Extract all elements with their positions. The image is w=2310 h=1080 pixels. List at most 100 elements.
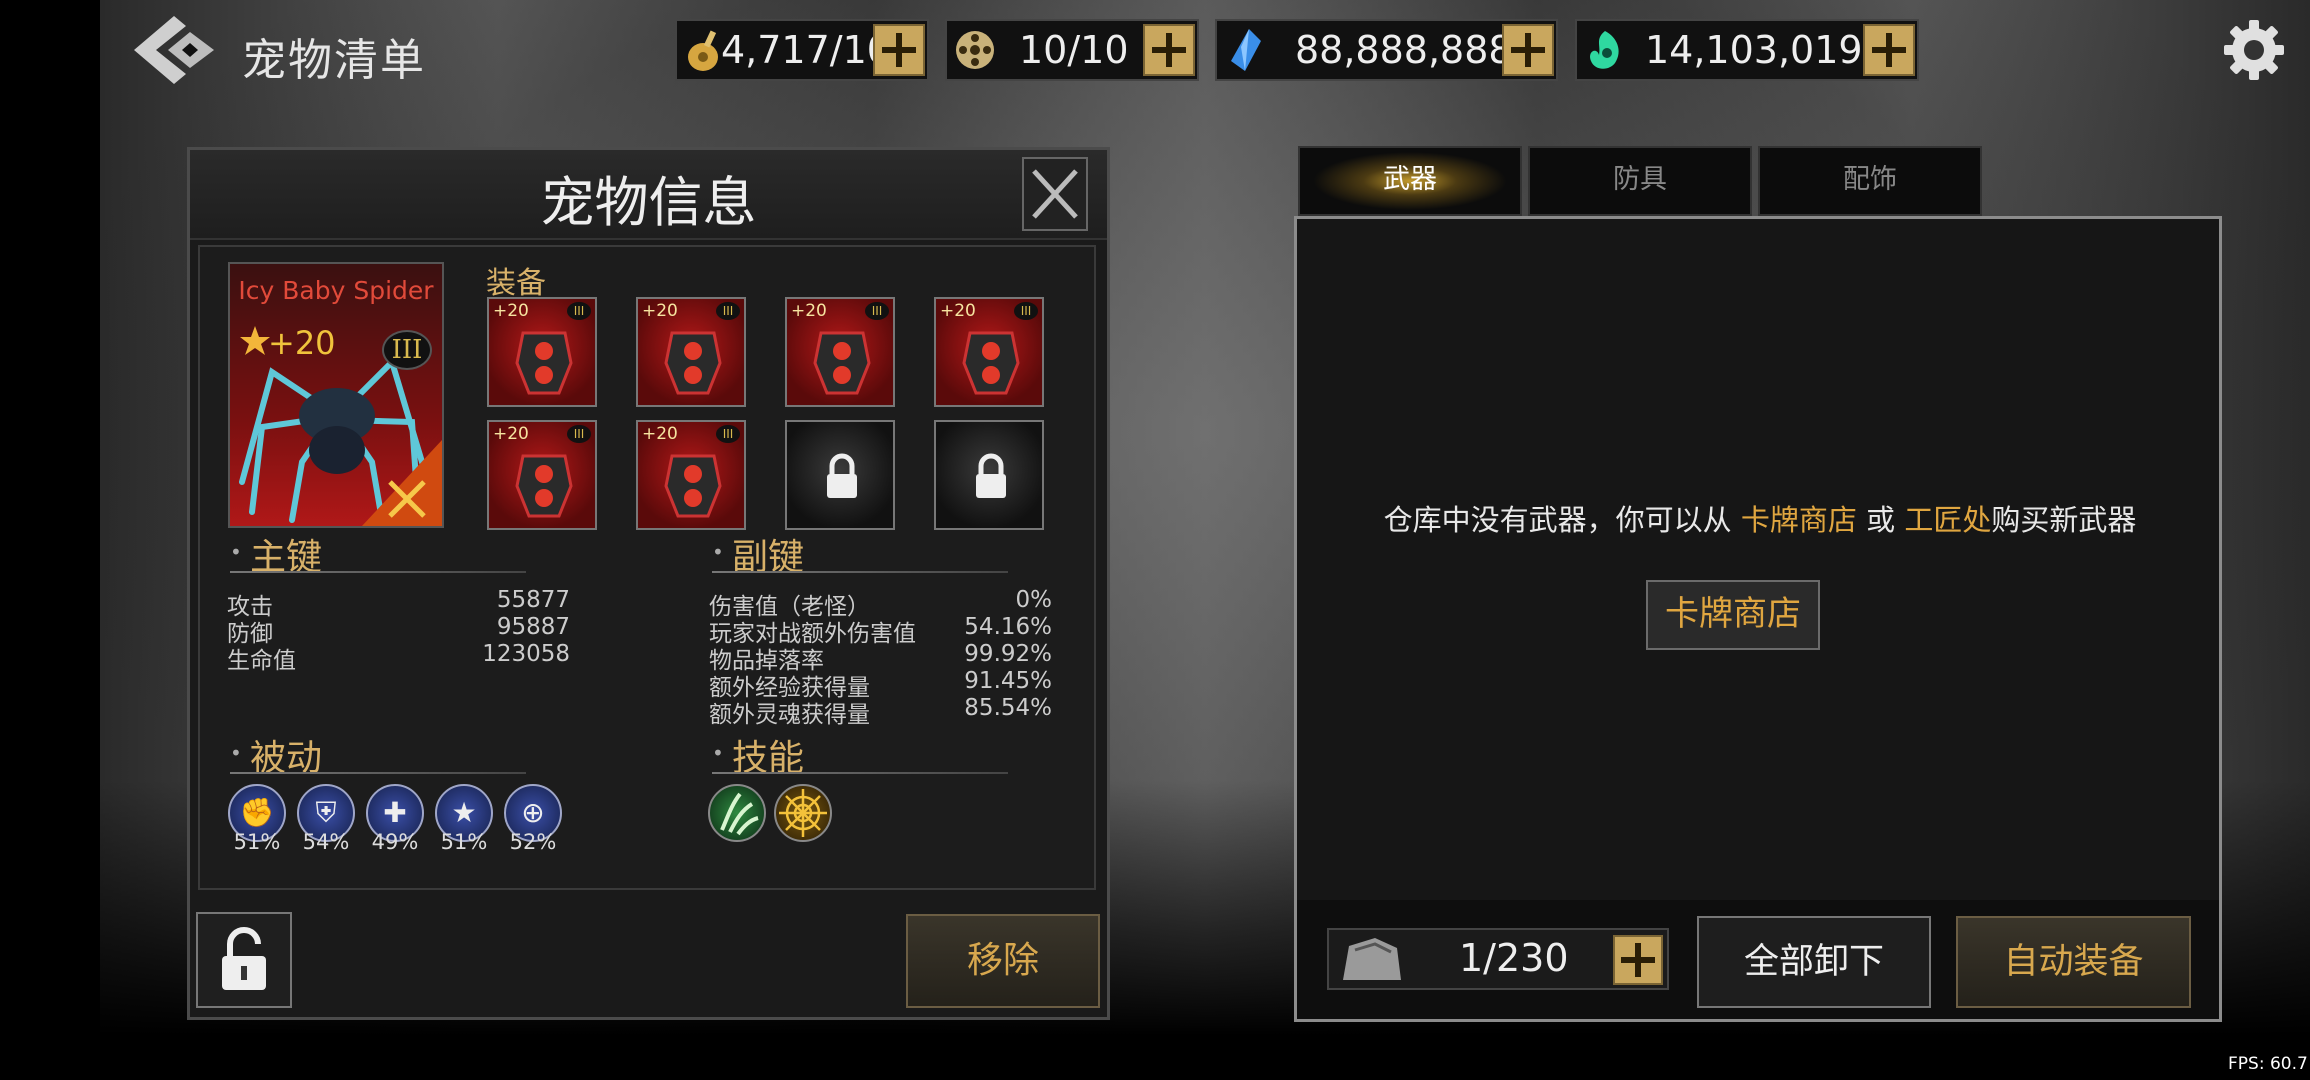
- equipment-slot[interactable]: +20 III: [636, 297, 746, 407]
- bag-count: 1/230: [1459, 936, 1569, 980]
- equipment-slot[interactable]: +20 III: [785, 297, 895, 407]
- gold-value: 4,717/10: [721, 28, 891, 72]
- star-icon: [238, 324, 272, 358]
- unequip-all-button[interactable]: 全部卸下: [1697, 916, 1931, 1008]
- expand-bag-button[interactable]: [1613, 935, 1663, 985]
- close-button[interactable]: [1022, 157, 1088, 231]
- fps-counter: FPS: 60.7: [2228, 1054, 2308, 1074]
- slot-level: +20: [791, 301, 827, 321]
- empty-text: 购买新武器: [1991, 503, 2137, 537]
- helmet-icon: [658, 323, 728, 399]
- slot-level: +20: [642, 301, 678, 321]
- resource-film: 10/10: [945, 19, 1199, 81]
- slot-grade: III: [567, 425, 591, 443]
- boots-icon: [658, 446, 728, 522]
- empty-inventory-message: 仓库中没有武器，你可以从 卡牌商店 或 工匠处购买新武器: [1360, 505, 2160, 535]
- equipment-slot[interactable]: +20 III: [487, 297, 597, 407]
- crossed-swords-icon: [362, 440, 442, 526]
- page-title: 宠物清单: [242, 35, 426, 86]
- add-crystal-button[interactable]: [1502, 24, 1554, 76]
- sword-icon: [509, 323, 579, 399]
- slot-level: +20: [493, 301, 529, 321]
- back-arrow-icon[interactable]: [130, 12, 220, 88]
- divider: [230, 772, 526, 774]
- pet-info-title: 宠物信息: [540, 171, 757, 234]
- passive-percent: 54%: [302, 830, 350, 854]
- slot-grade: III: [567, 302, 591, 320]
- sub-stat-value: 54.16%: [964, 614, 1052, 640]
- locked-slot[interactable]: [934, 420, 1044, 530]
- settings-gear-icon[interactable]: [2222, 18, 2286, 82]
- lock-icon: [971, 452, 1011, 500]
- pet-name: Icy Baby Spider: [238, 276, 434, 305]
- bag-capacity: 1/230: [1327, 928, 1669, 990]
- auto-equip-button[interactable]: 自动装备: [1956, 916, 2191, 1008]
- card-shop-button[interactable]: 卡牌商店: [1646, 580, 1820, 650]
- slot-grade: III: [865, 302, 889, 320]
- sub-stat-label: 额外灵魂获得量: [709, 702, 870, 728]
- close-icon: [1032, 169, 1078, 219]
- card-shop-link[interactable]: 卡牌商店: [1741, 503, 1857, 537]
- slot-level: +20: [642, 424, 678, 444]
- equipment-slot[interactable]: +20 III: [487, 420, 597, 530]
- craftsman-link[interactable]: 工匠处: [1904, 503, 1991, 537]
- soul-value: 14,103,019: [1645, 28, 1863, 72]
- green-soul-icon: [1583, 27, 1627, 73]
- passive-percent: 52%: [509, 830, 557, 854]
- section-dot-icon: •: [712, 540, 724, 564]
- divider: [712, 571, 1008, 573]
- tab-weapons[interactable]: 武器: [1298, 146, 1522, 216]
- divider: [712, 772, 1008, 774]
- slot-grade: III: [716, 425, 740, 443]
- film-value: 10/10: [1019, 28, 1129, 72]
- add-film-button[interactable]: [1143, 24, 1195, 76]
- slot-level: +20: [493, 424, 529, 444]
- empty-text: 仓库中没有武器，你可以从: [1383, 503, 1741, 537]
- bag-icon: [1335, 934, 1407, 986]
- passive-percent: 51%: [233, 830, 281, 854]
- sub-stat-value: 99.92%: [964, 641, 1052, 667]
- add-gold-button[interactable]: [873, 24, 925, 76]
- main-stat-value: 123058: [482, 641, 570, 667]
- blue-crystal-icon: [1223, 27, 1267, 73]
- unlock-icon: [222, 927, 266, 990]
- slot-grade: III: [1014, 302, 1038, 320]
- passive-percent: 51%: [440, 830, 488, 854]
- resource-soul: 14,103,019: [1575, 19, 1919, 81]
- lock-toggle-button[interactable]: [196, 912, 292, 1008]
- pet-grade: III: [382, 330, 432, 370]
- equipment-label: 装备: [486, 266, 546, 301]
- equipment-slot[interactable]: +20 III: [934, 297, 1044, 407]
- equipment-slot[interactable]: +20 III: [636, 420, 746, 530]
- resource-gold: 4,717/10: [675, 19, 929, 81]
- skill-claw-icon[interactable]: [708, 784, 766, 842]
- armor-icon: [807, 323, 877, 399]
- lock-icon: [822, 452, 862, 500]
- main-stat-label: 生命值: [227, 648, 296, 674]
- tab-armor[interactable]: 防具: [1528, 146, 1752, 216]
- sub-stat-value: 85.54%: [964, 695, 1052, 721]
- resource-crystal: 88,888,888: [1215, 19, 1558, 81]
- sub-stat-value: 91.45%: [964, 668, 1052, 694]
- section-dot-icon: •: [230, 741, 242, 765]
- crystal-value: 88,888,888: [1295, 28, 1513, 72]
- main-stat-value: 55877: [496, 587, 570, 613]
- greaves-icon: [956, 323, 1026, 399]
- slot-grade: III: [716, 302, 740, 320]
- sub-stat-value: 0%: [1015, 587, 1053, 613]
- pet-level: +20: [268, 324, 336, 362]
- film-reel-icon: [953, 27, 997, 73]
- passive-percent: 49%: [371, 830, 419, 854]
- gloves-icon: [509, 446, 579, 522]
- slot-level: +20: [940, 301, 976, 321]
- section-dot-icon: •: [712, 741, 724, 765]
- section-dot-icon: •: [230, 540, 242, 564]
- tab-accessories[interactable]: 配饰: [1758, 146, 1982, 216]
- skill-web-icon[interactable]: [774, 784, 832, 842]
- remove-button[interactable]: 移除: [906, 914, 1100, 1008]
- divider: [230, 571, 526, 573]
- main-stat-value: 95887: [496, 614, 570, 640]
- locked-slot[interactable]: [785, 420, 895, 530]
- add-soul-button[interactable]: [1863, 24, 1915, 76]
- empty-text: 或: [1856, 503, 1905, 537]
